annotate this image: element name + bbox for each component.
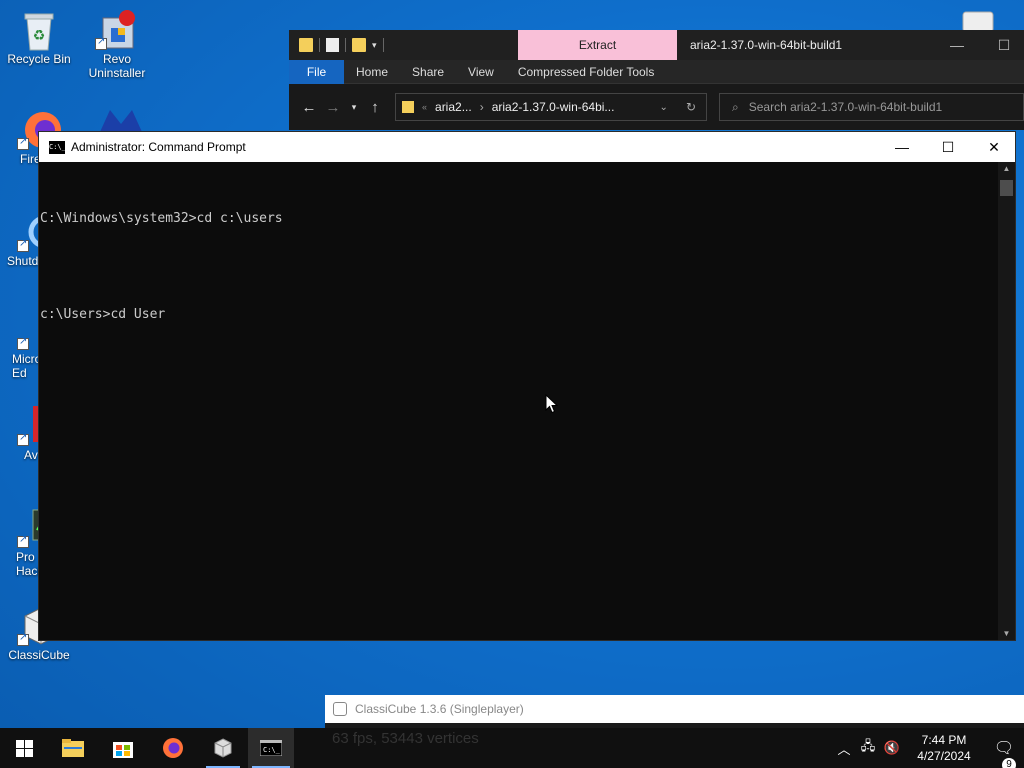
taskbar-classicube[interactable]: [198, 728, 248, 768]
desktop-icon-label: Revo Uninstaller: [88, 52, 146, 80]
search-box[interactable]: ⌕ Search aria2-1.37.0-win-64bit-build1: [719, 93, 1024, 121]
divider: [319, 38, 320, 52]
recycle-bin-icon: ♻: [19, 8, 59, 51]
shortcut-overlay-icon: [17, 238, 29, 252]
cmd-window-title: Administrator: Command Prompt: [71, 140, 246, 154]
taskbar: C:\_ 63 fps, 53443 vertices ︿ 🖧 🔇 7:44 P…: [0, 728, 1024, 768]
minimize-button[interactable]: —: [879, 132, 925, 162]
customize-dropdown-icon[interactable]: ▾: [372, 40, 377, 51]
svg-text:C:\_: C:\_: [263, 746, 281, 754]
console-output[interactable]: C:\Windows\system32>cd c:\users c:\Users…: [39, 162, 999, 640]
scroll-up-icon[interactable]: ▲: [998, 164, 1015, 173]
taskbar-command-prompt[interactable]: C:\_: [248, 728, 294, 768]
classicube-status-text: 63 fps, 53443 vertices: [332, 730, 479, 747]
clock[interactable]: 7:44 PM 4/27/2024: [904, 732, 984, 764]
classicube-titlebar[interactable]: ClassiCube 1.3.6 (Singleplayer): [325, 695, 1024, 723]
desktop-icon-revo-uninstaller[interactable]: Revo Uninstaller: [78, 8, 156, 80]
shortcut-overlay-icon: [95, 36, 107, 50]
desktop-icon-label: ClassiCube: [8, 648, 70, 662]
explorer-window-title: aria2-1.37.0-win-64bit-build1: [690, 38, 843, 52]
revo-uninstaller-icon: [95, 8, 137, 50]
chevron-down-icon[interactable]: ⌄: [660, 102, 668, 113]
cmd-titlebar[interactable]: C:\_ Administrator: Command Prompt — ☐ ✕: [39, 132, 1015, 162]
overflow-chevron-icon[interactable]: «: [422, 102, 427, 112]
quick-access-toolbar: ▾: [289, 38, 518, 52]
search-icon: ⌕: [732, 99, 739, 114]
refresh-icon[interactable]: ↻: [676, 100, 706, 114]
classicube-window[interactable]: ClassiCube 1.3.6 (Singleplayer): [325, 695, 1024, 728]
maximize-button[interactable]: ☐: [925, 132, 971, 162]
notification-count-badge: 9: [1002, 758, 1016, 768]
divider: [345, 38, 346, 52]
svg-text:♻: ♻: [33, 27, 46, 43]
file-explorer-icon: [62, 739, 84, 757]
up-arrow-icon[interactable]: ↑: [363, 99, 387, 116]
clock-time: 7:44 PM: [921, 733, 967, 747]
notification-icon: 🗨: [993, 740, 1015, 757]
address-bar[interactable]: « aria2... › aria2-1.37.0-win-64bi... ⌄ …: [395, 93, 707, 121]
classicube-window-title: ClassiCube 1.3.6 (Singleplayer): [355, 702, 524, 716]
search-placeholder: Search aria2-1.37.0-win-64bit-build1: [748, 100, 943, 114]
forward-arrow-icon[interactable]: →: [321, 99, 345, 116]
mouse-pointer-icon: [545, 394, 559, 414]
divider: [382, 38, 384, 52]
tab-home[interactable]: Home: [344, 60, 400, 84]
vertical-scrollbar[interactable]: ▲ ▼: [998, 162, 1015, 640]
chevron-right-icon: ›: [479, 100, 484, 114]
console-line: C:\Windows\system32>cd c:\users: [40, 211, 283, 226]
breadcrumb-item[interactable]: aria2...: [435, 100, 472, 114]
close-button[interactable]: ✕: [971, 132, 1017, 162]
start-icon: [15, 739, 33, 757]
network-icon[interactable]: 🖧: [856, 737, 880, 759]
shortcut-overlay-icon: [17, 534, 29, 548]
back-arrow-icon[interactable]: ←: [297, 99, 321, 116]
file-explorer-window[interactable]: ▾ Extract aria2-1.37.0-win-64bit-build1 …: [289, 30, 1024, 130]
tab-share[interactable]: Share: [400, 60, 456, 84]
folder-icon: [402, 101, 414, 113]
folder-icon[interactable]: [299, 38, 313, 52]
action-center-button[interactable]: 🗨 9: [984, 738, 1024, 768]
scrollbar-thumb[interactable]: [1000, 180, 1013, 196]
tab-file[interactable]: File: [289, 59, 344, 84]
ribbon-tabs: File Home Share View Compressed Folder T…: [289, 59, 1024, 84]
classicube-icon: [214, 738, 232, 758]
tab-view[interactable]: View: [456, 60, 506, 84]
address-row: ← → ▾ ↑ « aria2... › aria2-1.37.0-win-64…: [289, 84, 1024, 130]
shortcut-overlay-icon: [17, 632, 29, 646]
command-prompt-window[interactable]: C:\_ Administrator: Command Prompt — ☐ ✕…: [38, 131, 1016, 641]
desktop-icon-recycle-bin[interactable]: ♻ Recycle Bin: [0, 8, 78, 66]
clock-date: 4/27/2024: [917, 749, 971, 763]
taskbar-store[interactable]: [98, 728, 148, 768]
console-line: c:\Users>cd User: [40, 307, 166, 322]
system-tray: ︿ 🖧 🔇 7:44 PM 4/27/2024 🗨 9: [832, 728, 1024, 768]
recent-locations-icon[interactable]: ▾: [345, 102, 363, 113]
tab-compressed-folder-tools[interactable]: Compressed Folder Tools: [506, 60, 667, 84]
desktop-icon-label: Recycle Bin: [7, 52, 71, 66]
properties-icon[interactable]: [326, 38, 339, 52]
taskbar-firefox[interactable]: [148, 728, 198, 768]
scroll-down-icon[interactable]: ▼: [998, 629, 1015, 638]
command-prompt-icon: C:\_: [49, 140, 66, 154]
new-folder-icon[interactable]: [352, 38, 366, 52]
classicube-icon: [333, 702, 347, 716]
extract-context-tab[interactable]: Extract: [518, 30, 677, 60]
store-icon: [113, 742, 133, 758]
shortcut-overlay-icon: [17, 432, 29, 446]
firefox-icon: [163, 738, 183, 758]
shortcut-overlay-icon: [17, 136, 29, 150]
volume-muted-icon[interactable]: 🔇: [880, 740, 904, 756]
command-prompt-icon: C:\_: [260, 740, 282, 756]
breadcrumb-item[interactable]: aria2-1.37.0-win-64bi...: [492, 100, 615, 114]
show-hidden-icons-icon[interactable]: ︿: [832, 739, 856, 758]
minimize-button[interactable]: —: [934, 30, 980, 60]
start-button[interactable]: [0, 728, 48, 768]
explorer-titlebar[interactable]: ▾ Extract aria2-1.37.0-win-64bit-build1 …: [289, 30, 1024, 60]
taskbar-file-explorer[interactable]: [48, 728, 98, 768]
maximize-button[interactable]: ☐: [981, 30, 1024, 60]
shortcut-overlay-icon: [17, 336, 29, 350]
